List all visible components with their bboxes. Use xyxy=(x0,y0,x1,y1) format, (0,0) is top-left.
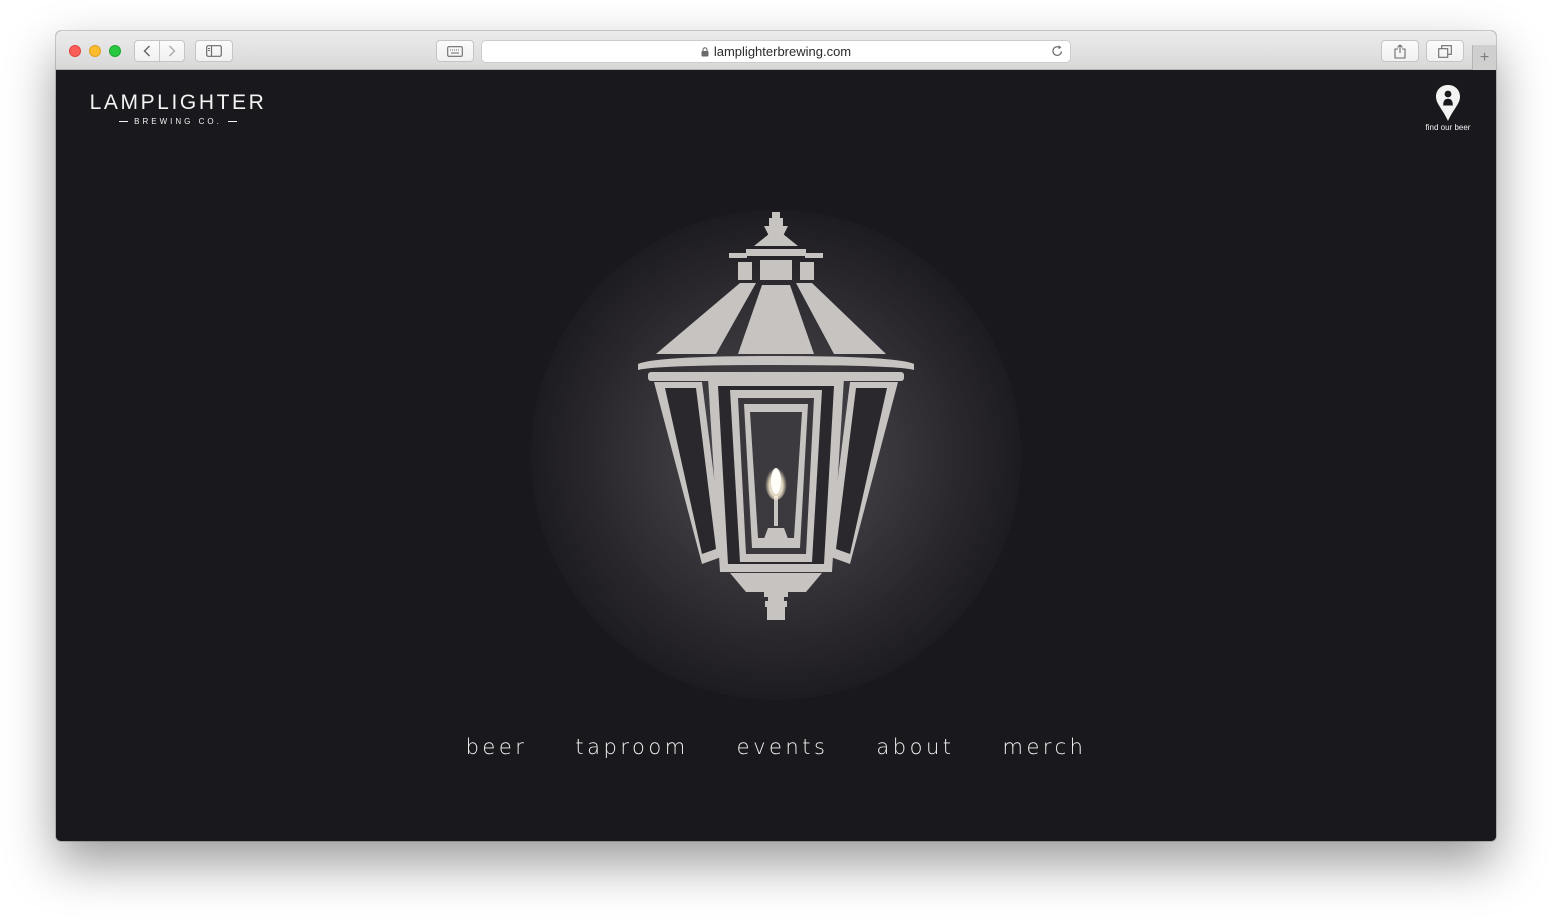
nav-taproom[interactable]: taproom xyxy=(575,731,688,763)
logo-wordmark: LAMPLIGHTER xyxy=(89,91,267,114)
location-pin-icon xyxy=(1436,85,1460,121)
find-our-beer-label: find our beer xyxy=(1425,123,1471,132)
tabs-overview-button[interactable] xyxy=(1426,40,1464,62)
share-button[interactable] xyxy=(1381,40,1419,62)
logo-dash-left xyxy=(119,121,129,122)
close-window-button[interactable] xyxy=(69,45,81,57)
main-navigation: beer taproom events about merch xyxy=(56,731,1496,763)
nav-merch[interactable]: merch xyxy=(1003,731,1087,763)
find-our-beer-link[interactable]: find our beer xyxy=(1422,84,1474,136)
browser-window: lamplighterbrewing.com + LAMPLIGHTER BRE… xyxy=(56,31,1496,841)
logo-subtitle-row: BREWING CO. xyxy=(80,117,276,126)
reload-icon[interactable] xyxy=(1051,44,1064,61)
chevron-right-icon xyxy=(169,45,176,57)
new-tab-button[interactable]: + xyxy=(1472,45,1496,70)
browser-toolbar: lamplighterbrewing.com + xyxy=(56,31,1496,70)
maximize-window-button[interactable] xyxy=(109,45,121,57)
logo-subtitle: BREWING CO. xyxy=(134,117,222,126)
history-navigation xyxy=(134,40,185,62)
url-text: lamplighterbrewing.com xyxy=(713,44,852,59)
back-button[interactable] xyxy=(135,41,159,61)
chevron-left-icon xyxy=(143,45,150,57)
forward-button[interactable] xyxy=(159,41,184,61)
nav-events[interactable]: events xyxy=(737,731,829,763)
sidebar-icon xyxy=(206,45,222,57)
keyboard-icon xyxy=(447,45,463,57)
nav-about[interactable]: about xyxy=(876,731,954,763)
nav-beer[interactable]: beer xyxy=(466,731,528,763)
lantern-illustration xyxy=(638,212,914,620)
tabs-icon xyxy=(1438,44,1452,58)
brand-logo[interactable]: LAMPLIGHTER BREWING CO. xyxy=(80,92,276,132)
web-page: LAMPLIGHTER BREWING CO. find our beer be… xyxy=(56,70,1496,841)
share-icon xyxy=(1394,43,1406,59)
lock-icon xyxy=(701,46,709,57)
sidebar-button[interactable] xyxy=(195,40,233,62)
minimize-window-button[interactable] xyxy=(89,45,101,57)
reader-keyboard-button[interactable] xyxy=(436,40,474,62)
address-bar[interactable]: lamplighterbrewing.com xyxy=(481,40,1071,63)
logo-dash-right xyxy=(227,121,237,122)
